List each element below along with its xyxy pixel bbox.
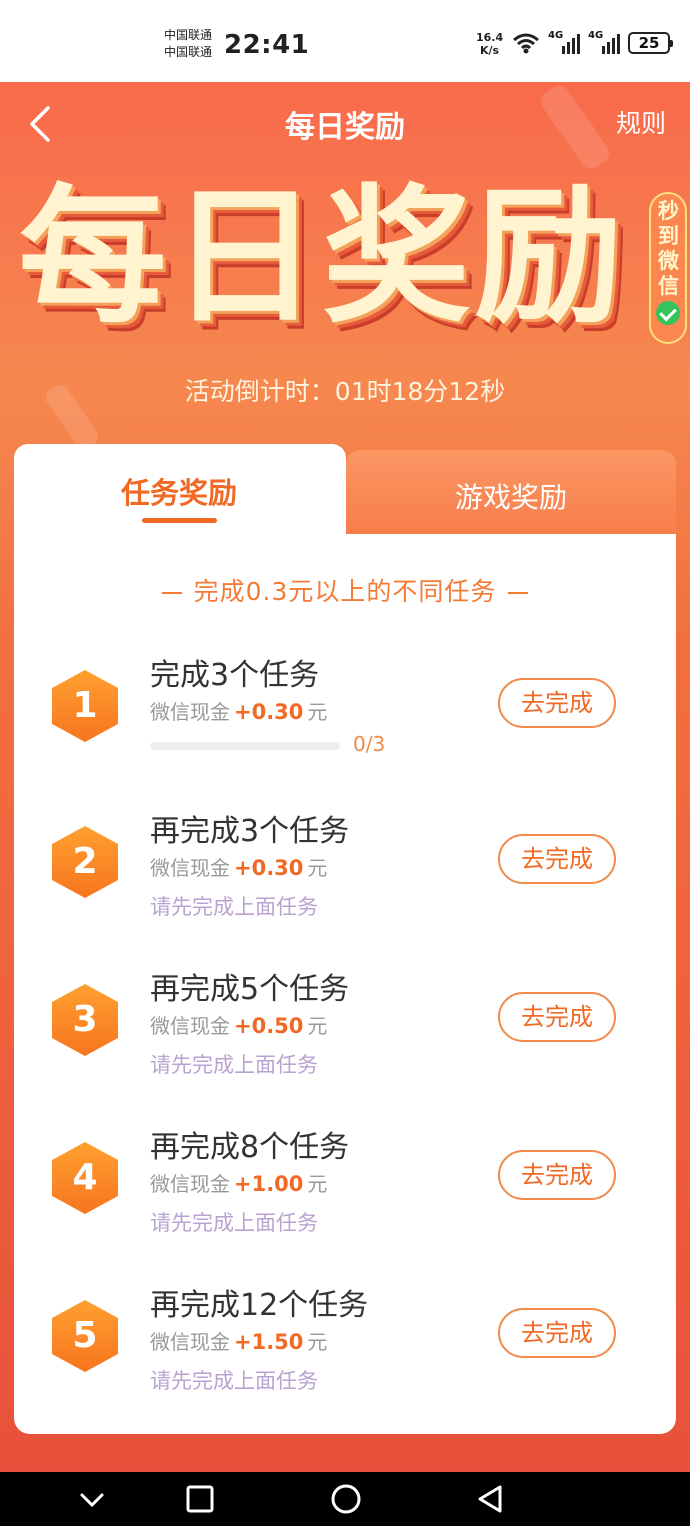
- task-reward: 微信现金 +1.50 元: [150, 1326, 327, 1355]
- task-item: 5 再完成12个任务 微信现金 +1.50 元 请先完成上面任务 去完成: [14, 1280, 676, 1430]
- rules-link[interactable]: 规则: [616, 104, 666, 140]
- signal-2-label: 4G: [588, 30, 604, 41]
- reward-page: 每日奖励 规则 每日奖励 秒到微信 活动倒计时：01时18分12秒 游戏奖励 任…: [0, 82, 690, 1472]
- tab-game-rewards[interactable]: 游戏奖励: [346, 450, 676, 540]
- nav-bar: 每日奖励 规则: [0, 82, 690, 164]
- section-subtitle-text: 完成0.3元以上的不同任务: [193, 577, 497, 606]
- reward-label: 微信现金: [150, 700, 230, 724]
- reward-amount: +1.50: [234, 1330, 304, 1354]
- reward-label: 微信现金: [150, 1330, 230, 1354]
- reward-label: 微信现金: [150, 1172, 230, 1196]
- network-speed-value: 16.4: [476, 31, 504, 44]
- reward-label: 微信现金: [150, 1014, 230, 1038]
- task-item: 4 再完成8个任务 微信现金 +1.00 元 请先完成上面任务 去完成: [14, 1122, 676, 1272]
- task-reward: 微信现金 +1.00 元: [150, 1168, 327, 1197]
- task-title: 完成3个任务: [150, 658, 320, 693]
- task-number-badge: 2: [52, 826, 118, 898]
- task-number-badge: 5: [52, 1300, 118, 1372]
- check-icon: [656, 301, 680, 325]
- carrier-labels: 中国联通 中国联通: [164, 27, 212, 61]
- instant-wechat-badge: 秒到微信: [649, 192, 687, 344]
- system-nav-bar: [0, 1472, 690, 1526]
- tab-label: 任务奖励: [120, 476, 237, 510]
- task-number-badge: 4: [52, 1142, 118, 1214]
- reward-unit: 元: [307, 856, 328, 880]
- recent-apps-square-icon[interactable]: [186, 1484, 214, 1514]
- task-list: 完成0.3元以上的不同任务 1 完成3个任务 微信现金 +0.30 元 0/3 去完…: [14, 534, 676, 1434]
- battery-icon: 25: [628, 32, 673, 54]
- network-speed: 16.4 K/s: [476, 31, 503, 57]
- go-complete-button[interactable]: 去完成: [498, 992, 616, 1042]
- section-subtitle: 完成0.3元以上的不同任务: [14, 572, 676, 608]
- status-bar: 中国联通 中国联通 22:41 16.4 K/s 4G 4G 25: [0, 0, 690, 82]
- tab-task-rewards[interactable]: 任务奖励: [14, 444, 346, 544]
- go-complete-button[interactable]: 去完成: [498, 834, 616, 884]
- chevron-down-icon[interactable]: [78, 1486, 106, 1514]
- task-item: 2 再完成3个任务 微信现金 +0.30 元 请先完成上面任务 去完成: [14, 806, 676, 956]
- task-item: 3 再完成5个任务 微信现金 +0.50 元 请先完成上面任务 去完成: [14, 964, 676, 1114]
- tab-active-indicator: [142, 518, 217, 523]
- signal-icon-1: 4G: [548, 30, 580, 54]
- hero-title: 每日奖励: [18, 171, 627, 343]
- task-number-badge: 1: [52, 670, 118, 742]
- task-title: 再完成12个任务: [150, 1288, 369, 1323]
- network-speed-unit: K/s: [480, 44, 500, 57]
- task-locked-note: 请先完成上面任务: [150, 1053, 318, 1077]
- status-icons: 4G 4G 25: [512, 30, 673, 54]
- task-reward: 微信现金 +0.50 元: [150, 1010, 327, 1039]
- task-title: 再完成5个任务: [150, 972, 350, 1007]
- reward-label: 微信现金: [150, 856, 230, 880]
- reward-amount: +0.30: [234, 856, 304, 880]
- task-title: 再完成3个任务: [150, 814, 350, 849]
- task-title: 再完成8个任务: [150, 1130, 350, 1165]
- reward-unit: 元: [307, 1014, 328, 1038]
- clock: 22:41: [224, 30, 310, 60]
- reward-unit: 元: [307, 1172, 328, 1196]
- back-triangle-icon[interactable]: [476, 1484, 504, 1514]
- signal-icon-2: 4G: [588, 30, 620, 54]
- task-progress-text: 0/3: [353, 732, 386, 756]
- tab-label: 游戏奖励: [454, 481, 567, 514]
- task-reward: 微信现金 +0.30 元: [150, 696, 327, 725]
- page-title: 每日奖励: [285, 110, 405, 145]
- reward-amount: +0.30: [234, 700, 304, 724]
- go-complete-button[interactable]: 去完成: [498, 678, 616, 728]
- go-complete-button[interactable]: 去完成: [498, 1308, 616, 1358]
- reward-unit: 元: [307, 700, 328, 724]
- task-reward: 微信现金 +0.30 元: [150, 852, 327, 881]
- task-item: 1 完成3个任务 微信现金 +0.30 元 0/3 去完成: [14, 650, 676, 800]
- carrier-2: 中国联通: [164, 45, 213, 59]
- carrier-1: 中国联通: [164, 28, 213, 42]
- countdown-timer: 活动倒计时：01时18分12秒: [184, 377, 506, 406]
- wifi-icon: [513, 33, 539, 54]
- badge-text: 秒到微信: [658, 199, 679, 298]
- task-locked-note: 请先完成上面任务: [150, 1369, 318, 1393]
- reward-amount: +0.50: [234, 1014, 304, 1038]
- reward-amount: +1.00: [234, 1172, 304, 1196]
- home-circle-icon[interactable]: [330, 1483, 362, 1515]
- task-locked-note: 请先完成上面任务: [150, 1211, 318, 1235]
- task-progress-bar: [150, 742, 340, 750]
- task-card: 游戏奖励 任务奖励 完成0.3元以上的不同任务 1 完成3个任务 微信现金 +0.…: [14, 444, 676, 1434]
- task-number-badge: 3: [52, 984, 118, 1056]
- go-complete-button[interactable]: 去完成: [498, 1150, 616, 1200]
- signal-1-label: 4G: [548, 30, 564, 41]
- task-locked-note: 请先完成上面任务: [150, 895, 318, 919]
- reward-unit: 元: [307, 1330, 328, 1354]
